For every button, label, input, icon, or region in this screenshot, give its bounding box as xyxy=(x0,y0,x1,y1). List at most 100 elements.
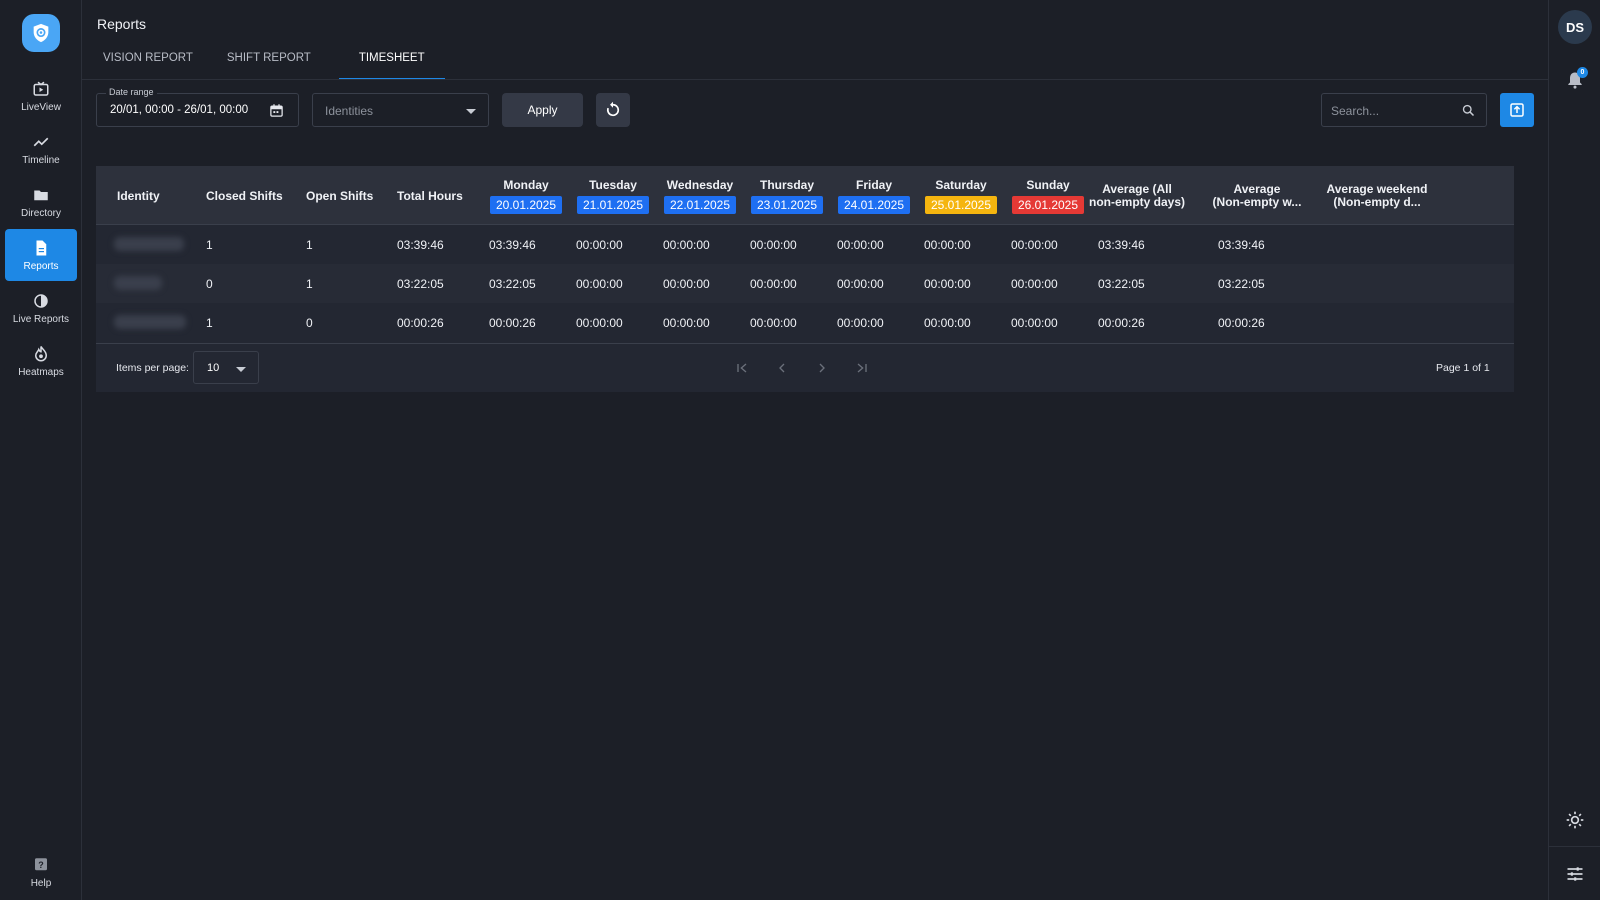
day-name: Monday xyxy=(503,177,549,192)
next-page-icon[interactable] xyxy=(814,360,830,376)
column-header-average-all[interactable]: Average (All non-empty days) xyxy=(1082,166,1192,225)
column-header-sunday[interactable]: Sunday 26.01.2025 xyxy=(1011,166,1085,225)
tab-timesheet[interactable]: TIMESHEET xyxy=(338,46,445,80)
items-per-page-select[interactable]: 10 xyxy=(193,351,259,384)
column-header-wednesday[interactable]: Wednesday 22.01.2025 xyxy=(663,166,737,225)
day-name: Saturday xyxy=(935,177,987,192)
column-header-saturday[interactable]: Saturday 25.01.2025 xyxy=(924,166,998,225)
date-range-label: Date range xyxy=(106,87,157,97)
average-all-cell: 03:22:05 xyxy=(1098,277,1145,291)
tuesday-cell: 00:00:00 xyxy=(576,277,623,291)
friday-cell: 00:00:00 xyxy=(837,238,884,252)
thursday-cell: 00:00:00 xyxy=(750,238,797,252)
shield-logo-icon xyxy=(33,23,49,43)
calendar-icon[interactable] xyxy=(269,103,284,118)
identity-name-redacted xyxy=(114,315,186,329)
column-header-identity[interactable]: Identity xyxy=(117,166,160,225)
wednesday-cell: 00:00:00 xyxy=(663,238,710,252)
date-chip: 26.01.2025 xyxy=(1011,195,1085,214)
monday-cell: 00:00:26 xyxy=(489,316,536,330)
monday-cell: 03:39:46 xyxy=(489,238,536,252)
last-page-icon[interactable] xyxy=(854,360,870,376)
folder-icon xyxy=(34,190,48,200)
saturday-cell: 00:00:00 xyxy=(924,238,971,252)
identities-placeholder: Identities xyxy=(325,104,374,118)
page-title: Reports xyxy=(97,16,147,32)
svg-text:?: ? xyxy=(38,860,44,870)
sunday-cell: 00:00:00 xyxy=(1011,238,1058,252)
table-row[interactable]: 1 0 00:00:26 00:00:26 00:00:00 00:00:00 … xyxy=(96,303,1514,342)
page-info: Page 1 of 1 xyxy=(1436,362,1490,374)
open-shifts-cell: 0 xyxy=(306,316,313,330)
previous-page-icon[interactable] xyxy=(774,360,790,376)
sidebar-item-label: Reports xyxy=(23,260,59,272)
items-per-page-label: Items per page: xyxy=(116,362,189,374)
sidebar-item-live-reports[interactable]: Live Reports xyxy=(5,282,77,334)
rail-divider xyxy=(1549,846,1600,847)
chevron-down-icon xyxy=(466,109,476,114)
header-line: (Non-empty w... xyxy=(1212,194,1302,209)
sidebar-item-heatmaps[interactable]: Heatmaps xyxy=(5,335,77,387)
reset-button[interactable] xyxy=(596,93,630,127)
search-field[interactable]: Search... xyxy=(1321,93,1487,127)
header-line: Average weekend xyxy=(1326,181,1428,196)
date-range-field[interactable]: Date range 20/01, 00:00 - 26/01, 00:00 xyxy=(96,87,299,127)
closed-shifts-cell: 0 xyxy=(206,277,213,291)
average-week-cell: 03:22:05 xyxy=(1218,277,1265,291)
first-page-icon[interactable] xyxy=(734,360,750,376)
tuesday-cell: 00:00:00 xyxy=(576,238,623,252)
column-header-closed-shifts[interactable]: Closed Shifts xyxy=(206,166,283,225)
saturday-cell: 00:00:00 xyxy=(924,316,971,330)
sidebar: LiveView Timeline Directory Reports Live… xyxy=(0,0,82,900)
column-header-open-shifts[interactable]: Open Shifts xyxy=(306,166,373,225)
average-all-cell: 00:00:26 xyxy=(1098,316,1145,330)
theme-toggle-icon[interactable] xyxy=(1565,810,1585,830)
apply-button[interactable]: Apply xyxy=(502,93,583,127)
identities-select[interactable]: Identities xyxy=(312,93,489,127)
column-header-total-hours[interactable]: Total Hours xyxy=(397,166,463,225)
column-header-average-weekend[interactable]: Average weekend (Non-empty d... xyxy=(1322,166,1432,225)
column-header-friday[interactable]: Friday 24.01.2025 xyxy=(837,166,911,225)
header-line: non-empty days) xyxy=(1088,194,1185,209)
sidebar-item-liveview[interactable]: LiveView xyxy=(5,70,77,122)
tab-vision-report[interactable]: VISION REPORT xyxy=(97,46,199,80)
header-line: Average xyxy=(1233,181,1281,196)
sidebar-item-label: Directory xyxy=(20,207,61,219)
column-header-thursday[interactable]: Thursday 23.01.2025 xyxy=(750,166,824,225)
date-range-value: 20/01, 00:00 - 26/01, 00:00 xyxy=(110,104,249,116)
column-header-average-week[interactable]: Average (Non-empty w... xyxy=(1202,166,1312,225)
sidebar-item-directory[interactable]: Directory xyxy=(5,176,77,228)
sidebar-item-label: Help xyxy=(30,877,52,889)
tab-shift-report[interactable]: SHIFT REPORT xyxy=(221,46,317,80)
header-divider xyxy=(82,79,1548,80)
sidebar-item-reports[interactable]: Reports xyxy=(5,229,77,281)
table-row[interactable]: 0 1 03:22:05 03:22:05 00:00:00 00:00:00 … xyxy=(96,264,1514,303)
column-header-tuesday[interactable]: Tuesday 21.01.2025 xyxy=(576,166,650,225)
average-week-cell: 00:00:26 xyxy=(1218,316,1265,330)
settings-sliders-icon[interactable] xyxy=(1565,864,1585,884)
sidebar-item-label: Heatmaps xyxy=(18,366,64,378)
export-button[interactable] xyxy=(1500,93,1534,127)
search-input[interactable]: Search... xyxy=(1331,104,1379,118)
thursday-cell: 00:00:00 xyxy=(750,277,797,291)
sidebar-item-label: LiveView xyxy=(21,101,61,113)
header-line: Average (All xyxy=(1102,181,1172,196)
sidebar-item-help[interactable]: ? Help xyxy=(5,846,77,898)
app-logo[interactable] xyxy=(22,14,60,52)
search-icon[interactable] xyxy=(1461,103,1476,118)
sidebar-item-timeline[interactable]: Timeline xyxy=(5,123,77,175)
day-name: Thursday xyxy=(759,177,814,192)
total-hours-cell: 00:00:26 xyxy=(397,316,444,330)
help-icon: ? xyxy=(35,857,47,870)
day-name: Tuesday xyxy=(589,177,637,192)
avatar[interactable]: DS xyxy=(1558,10,1592,44)
table-row[interactable]: 1 1 03:39:46 03:39:46 00:00:00 00:00:00 … xyxy=(96,225,1514,264)
closed-shifts-cell: 1 xyxy=(206,238,213,252)
date-chip: 21.01.2025 xyxy=(576,195,650,214)
chevron-down-icon xyxy=(236,367,246,372)
open-shifts-cell: 1 xyxy=(306,238,313,252)
column-header-monday[interactable]: Monday 20.01.2025 xyxy=(489,166,563,225)
monday-cell: 03:22:05 xyxy=(489,277,536,291)
wednesday-cell: 00:00:00 xyxy=(663,316,710,330)
right-rail: DS 0 xyxy=(1548,0,1600,900)
